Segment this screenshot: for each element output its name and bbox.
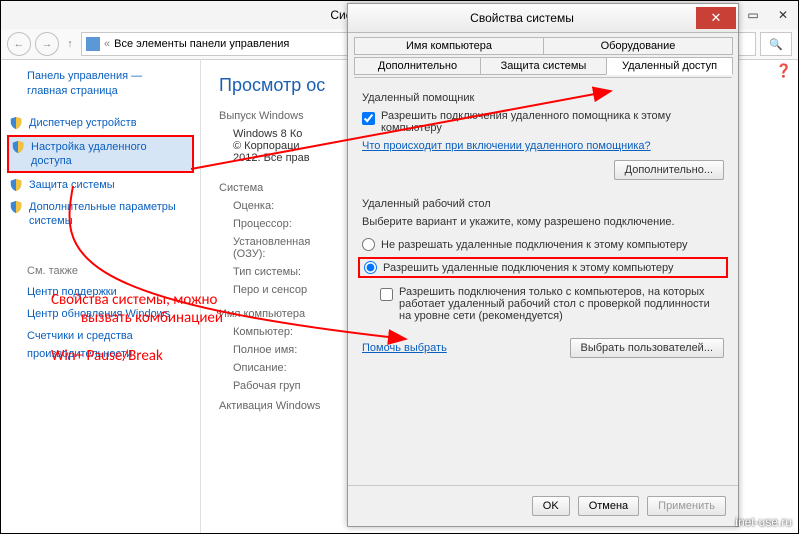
search-input[interactable]: 🔍 [760, 32, 792, 56]
watermark: inet-use.ru [735, 515, 792, 529]
shield-icon [11, 140, 25, 154]
sidebar-item-advanced[interactable]: Дополнительные параметры системы [7, 197, 194, 231]
select-users-button[interactable]: Выбрать пользователей... [570, 338, 725, 358]
see-also-label: См. также [27, 265, 200, 277]
control-panel-home-link[interactable]: Панель управления — главная страница [27, 69, 200, 99]
type-label: Тип системы: [233, 266, 343, 278]
sidebar-item-label: Защита системы [29, 178, 115, 192]
breadcrumb-text: Все элементы панели управления [114, 38, 289, 50]
ok-button[interactable]: OK [532, 496, 570, 516]
sidebar-item-label: Дополнительные параметры системы [29, 200, 188, 228]
close-button[interactable]: ✕ [769, 4, 797, 26]
rating-label: Оценка: [233, 200, 343, 212]
dialog-footer: OK Отмена Применить [348, 485, 738, 526]
remote-desktop-group-label: Удаленный рабочий стол [362, 198, 724, 210]
cpu-label: Процессор: [233, 218, 343, 230]
dialog-close-button[interactable]: ✕ [696, 7, 736, 29]
sidebar-item-device-manager[interactable]: Диспетчер устройств [7, 113, 194, 133]
up-button[interactable]: ↑ [63, 33, 77, 55]
remote-assistance-advanced-button[interactable]: Дополнительно... [614, 160, 724, 180]
sidebar: Панель управления — главная страница Дис… [1, 59, 201, 533]
rdp-radio-deny[interactable] [362, 238, 375, 251]
maximize-button[interactable]: ▭ [739, 4, 767, 26]
link-action-center[interactable]: Центр поддержки [27, 283, 200, 301]
fullname-label: Полное имя: [233, 344, 343, 356]
pen-label: Перо и сенсор [233, 284, 343, 296]
shield-icon [9, 178, 23, 192]
shield-icon [9, 116, 23, 130]
dialog-title: Свойства системы [348, 11, 696, 25]
tab-hardware[interactable]: Оборудование [543, 37, 733, 55]
ram-label: Установленная [233, 236, 310, 248]
back-button[interactable]: ← [7, 32, 31, 56]
computer-label: Компьютер: [233, 326, 343, 338]
workgroup-label: Рабочая груп [233, 380, 343, 392]
cancel-button[interactable]: Отмена [578, 496, 639, 516]
rdp-option-deny[interactable]: Не разрешать удаленные подключения к это… [362, 238, 724, 251]
remote-assistance-group-label: Удаленный помощник [362, 92, 724, 104]
allow-remote-assistance-label: Разрешить подключения удаленного помощни… [381, 110, 724, 134]
remote-assistance-help-link[interactable]: Что происходит при включении удаленного … [362, 140, 651, 152]
tab-remote[interactable]: Удаленный доступ [606, 57, 733, 75]
rdp-radio-allow[interactable] [364, 261, 377, 274]
help-choose-link[interactable]: Помочь выбрать [362, 342, 447, 354]
sidebar-item-label: Настройка удаленного доступа [31, 140, 186, 168]
control-panel-icon [86, 37, 100, 51]
forward-button[interactable]: → [35, 32, 59, 56]
desc-label: Описание: [233, 362, 343, 374]
tab-protection[interactable]: Защита системы [480, 57, 607, 75]
sidebar-item-protection[interactable]: Защита системы [7, 175, 194, 195]
tab-computer-name[interactable]: Имя компьютера [354, 37, 544, 55]
shield-icon [9, 200, 23, 214]
dialog-titlebar[interactable]: Свойства системы ✕ [348, 4, 738, 33]
system-properties-dialog: Свойства системы ✕ Имя компьютера Оборуд… [347, 3, 739, 527]
remote-desktop-text: Выберите вариант и укажите, кому разреше… [362, 216, 724, 228]
rdp-nla-label: Разрешить подключения только с компьютер… [399, 286, 724, 322]
sidebar-item-remote-settings[interactable]: Настройка удаленного доступа [7, 135, 194, 173]
allow-remote-assistance-checkbox[interactable] [362, 112, 375, 125]
rdp-option-allow[interactable]: Разрешить удаленные подключения к этому … [358, 257, 728, 278]
apply-button[interactable]: Применить [647, 496, 726, 516]
link-windows-update[interactable]: Центр обновления Windows [27, 305, 200, 323]
sidebar-item-label: Диспетчер устройств [29, 116, 137, 130]
link-perf-tools[interactable]: Счетчики и средства производительности [27, 327, 200, 363]
rdp-nla-checkbox[interactable] [380, 288, 393, 301]
tab-advanced[interactable]: Дополнительно [354, 57, 481, 75]
